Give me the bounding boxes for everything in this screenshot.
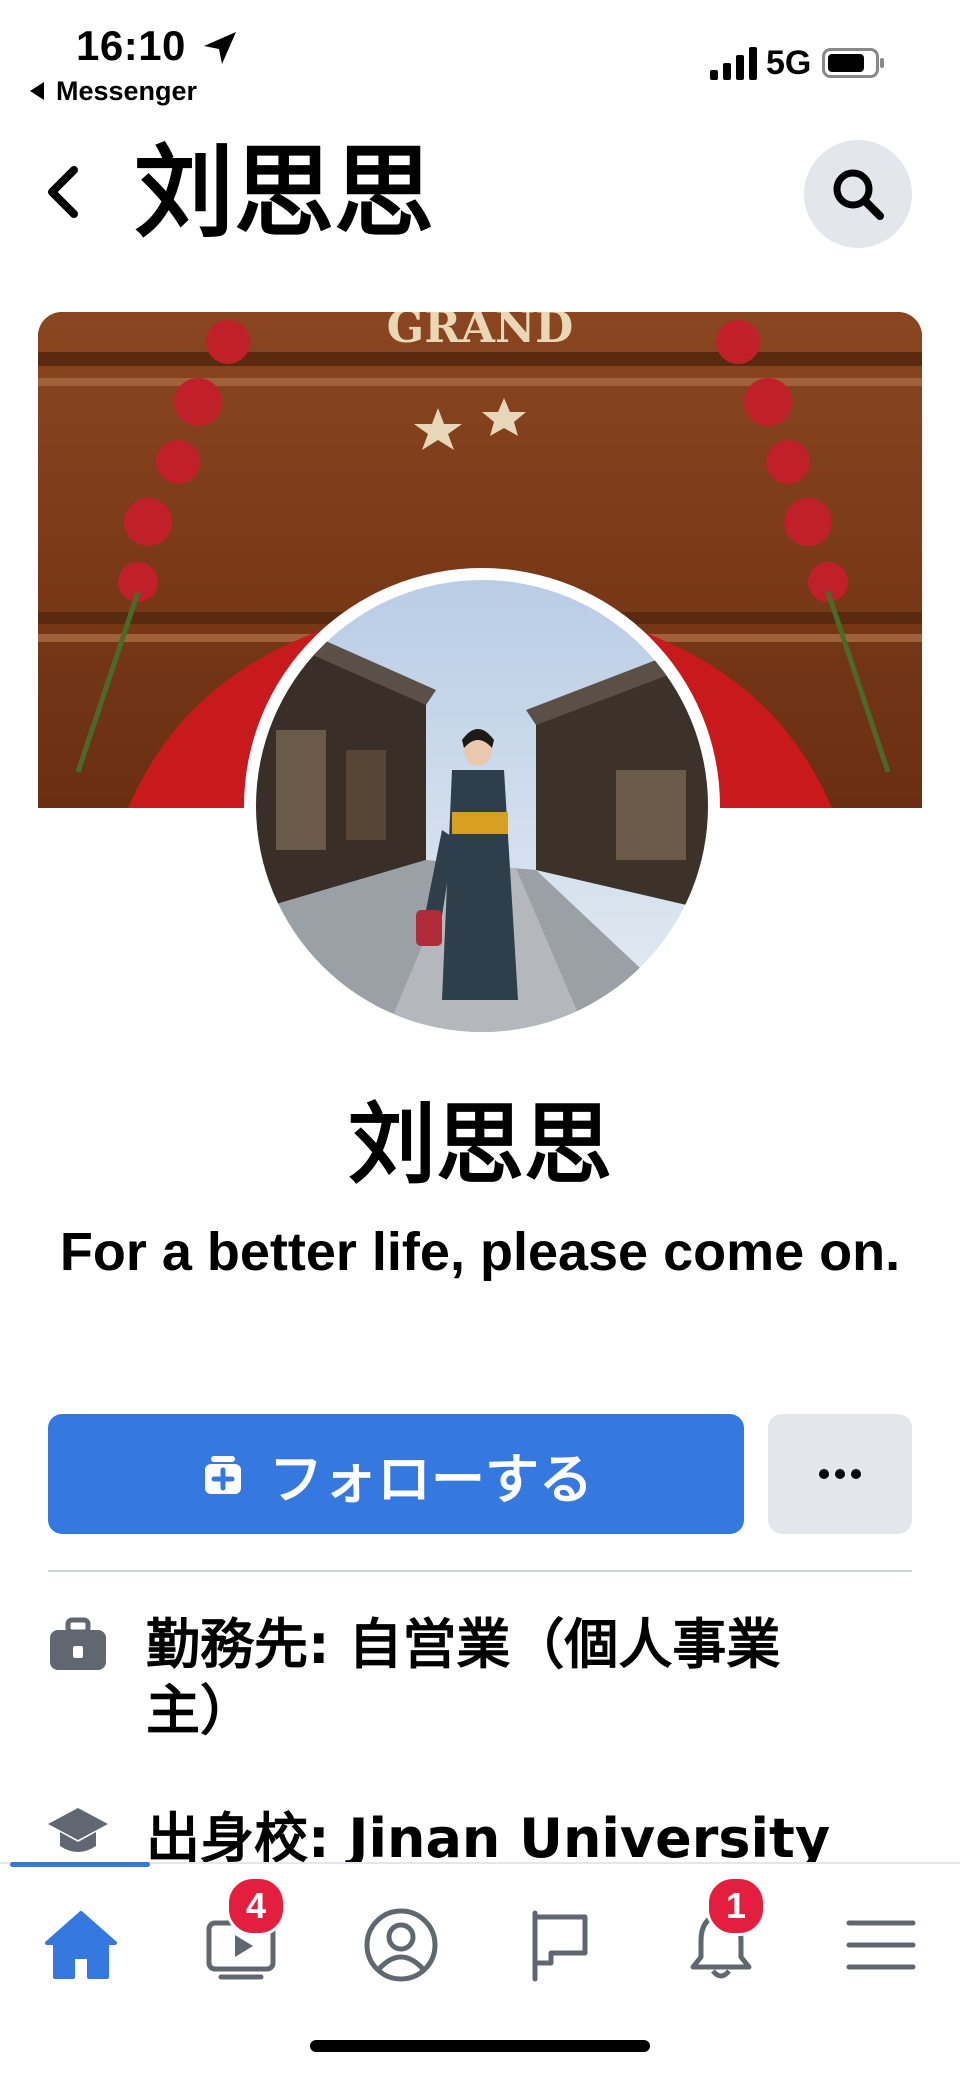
watch-badge: 4 <box>226 1876 286 1936</box>
menu-icon <box>846 1920 916 1970</box>
profile-bio: For a better life, please come on. <box>59 1222 901 1282</box>
back-to-messenger[interactable]: Messenger <box>30 76 197 107</box>
graduation-cap-icon <box>48 1808 108 1852</box>
search-icon <box>833 169 884 220</box>
location-arrow-icon <box>204 32 236 64</box>
status-bar: 16:10 Messenger 5G <box>0 0 960 120</box>
status-time: 16:10 <box>76 22 186 69</box>
home-indicator[interactable] <box>310 2040 650 2052</box>
back-app-label: Messenger <box>56 76 198 106</box>
cover-sign-text: GRAND <box>387 312 574 353</box>
follow-add-icon <box>205 1456 241 1494</box>
home-icon <box>45 1911 117 1979</box>
back-triangle-icon <box>30 81 44 100</box>
profile-picture[interactable] <box>244 568 720 1044</box>
pages-flag-icon <box>532 1910 588 1982</box>
nav-menu[interactable] <box>826 1890 936 2000</box>
signal-icon <box>710 47 757 80</box>
briefcase-icon <box>50 1617 106 1670</box>
more-options-button[interactable] <box>768 1414 912 1534</box>
follow-button-label: フォローする <box>269 1447 593 1511</box>
profile-name: 刘思思 <box>347 1093 612 1196</box>
work-detail: 勤務先: 自営業（個人事業主） <box>146 1613 781 1742</box>
page-title: 刘思思 <box>134 134 434 251</box>
nav-notifications[interactable]: 1 <box>666 1876 776 2000</box>
notifications-badge: 1 <box>706 1876 766 1936</box>
nav-active-indicator <box>10 1862 150 1867</box>
nav-profile[interactable] <box>346 1890 456 2000</box>
section-divider <box>48 1570 912 1572</box>
more-dots-icon <box>819 1469 861 1479</box>
avatar <box>256 580 708 1032</box>
network-type: 5G <box>766 44 812 82</box>
nav-home[interactable] <box>26 1890 136 2000</box>
profile-icon <box>364 1908 438 1982</box>
nav-watch[interactable]: 4 <box>186 1876 296 2000</box>
search-button[interactable] <box>804 140 912 248</box>
back-chevron-icon[interactable] <box>40 160 88 224</box>
profile-page: 16:10 Messenger 5G 刘思思 GRAND 刘思思 For a b… <box>0 0 960 2079</box>
battery-icon <box>822 48 884 78</box>
nav-pages[interactable] <box>506 1890 616 2000</box>
follow-button[interactable]: フォローする <box>48 1414 744 1534</box>
avatar-image <box>256 580 708 1032</box>
